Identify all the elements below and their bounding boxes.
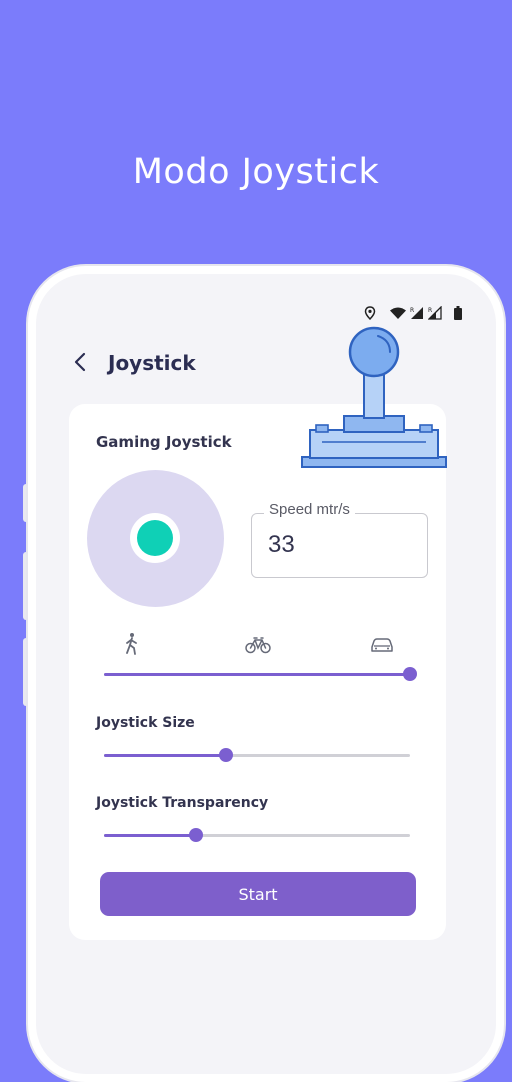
joystick-transparency-slider[interactable] bbox=[104, 825, 410, 845]
bicycle-icon[interactable] bbox=[245, 636, 271, 654]
slider-fill bbox=[104, 834, 196, 837]
slider-thumb[interactable] bbox=[403, 667, 417, 681]
slider-thumb[interactable] bbox=[219, 748, 234, 762]
slider-fill bbox=[104, 673, 410, 676]
location-icon bbox=[364, 306, 376, 320]
slider-fill bbox=[104, 754, 227, 757]
promo-title: Modo Joystick bbox=[132, 152, 380, 192]
joystick-size-label: Joystick Size bbox=[96, 715, 195, 731]
walk-icon[interactable] bbox=[123, 632, 141, 656]
status-bar: R R bbox=[364, 304, 462, 322]
wifi-icon bbox=[390, 307, 406, 319]
joystick-knob[interactable] bbox=[130, 513, 180, 563]
svg-text:R: R bbox=[410, 307, 414, 314]
start-button[interactable]: Start bbox=[100, 872, 416, 916]
back-arrow-icon[interactable] bbox=[70, 350, 92, 374]
arcade-joystick-icon bbox=[301, 326, 447, 468]
speed-label: Speed mtr/s bbox=[264, 501, 355, 518]
signal-icon: R bbox=[410, 307, 423, 319]
joystick-transparency-label: Joystick Transparency bbox=[96, 795, 269, 811]
page-title: Joystick bbox=[108, 351, 196, 375]
signal-icon: R bbox=[428, 306, 442, 320]
battery-icon bbox=[454, 306, 462, 320]
svg-text:R: R bbox=[428, 307, 432, 314]
speed-mode-slider[interactable] bbox=[104, 664, 417, 684]
joystick-knob-center bbox=[137, 520, 173, 556]
joystick-pad[interactable] bbox=[87, 470, 224, 607]
joystick-size-slider[interactable] bbox=[104, 745, 410, 765]
speed-field[interactable]: Speed mtr/s 33 bbox=[251, 501, 428, 578]
joystick-settings-card: Gaming Joystick Speed mtr/s 33 Joystick … bbox=[69, 404, 446, 940]
slider-thumb[interactable] bbox=[188, 828, 203, 842]
speed-value[interactable]: 33 bbox=[268, 531, 295, 559]
card-title: Gaming Joystick bbox=[96, 433, 232, 451]
car-icon[interactable] bbox=[370, 636, 394, 654]
